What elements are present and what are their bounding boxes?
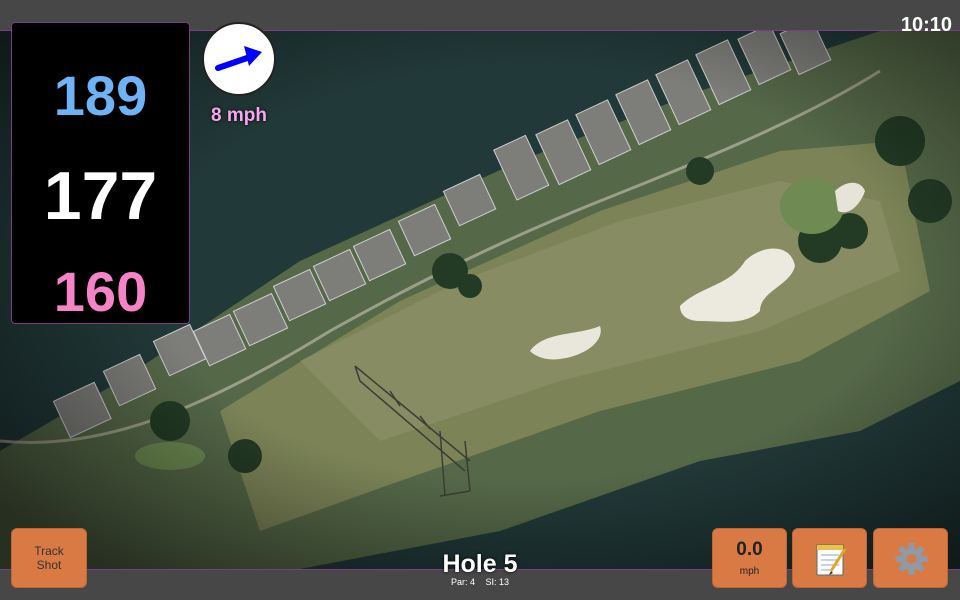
notepad-icon: [816, 544, 847, 576]
speed-value: 0.0: [736, 539, 763, 560]
golf-gps-screen: 10:10 189 177 160 8 mph Track Shot Hole …: [0, 0, 960, 600]
track-shot-button[interactable]: Track Shot: [11, 528, 87, 588]
center-distance: 177: [43, 158, 158, 234]
front-distance: 160: [53, 260, 148, 323]
speed-button[interactable]: 0.0 mph: [712, 528, 787, 588]
stroke-index-label: SI: 13: [485, 577, 510, 587]
notes-button[interactable]: [792, 528, 867, 588]
clock: 10:10: [900, 14, 952, 36]
wind-direction-dial: [202, 22, 276, 96]
track-shot-label: Track Shot: [34, 544, 64, 572]
distance-panel: 189 177 160: [11, 22, 190, 324]
wind-speed: 8 mph: [211, 105, 267, 126]
speed-unit: mph: [739, 566, 760, 577]
arrow-right-icon: [215, 46, 262, 71]
hole-title: Hole 5: [442, 550, 518, 578]
hole-meta: Par: 4 SI: 13: [380, 577, 580, 587]
settings-button[interactable]: [873, 528, 948, 588]
gear-icon: [895, 543, 928, 575]
par-label: Par: 4: [450, 577, 475, 587]
back-distance: 189: [53, 64, 148, 127]
